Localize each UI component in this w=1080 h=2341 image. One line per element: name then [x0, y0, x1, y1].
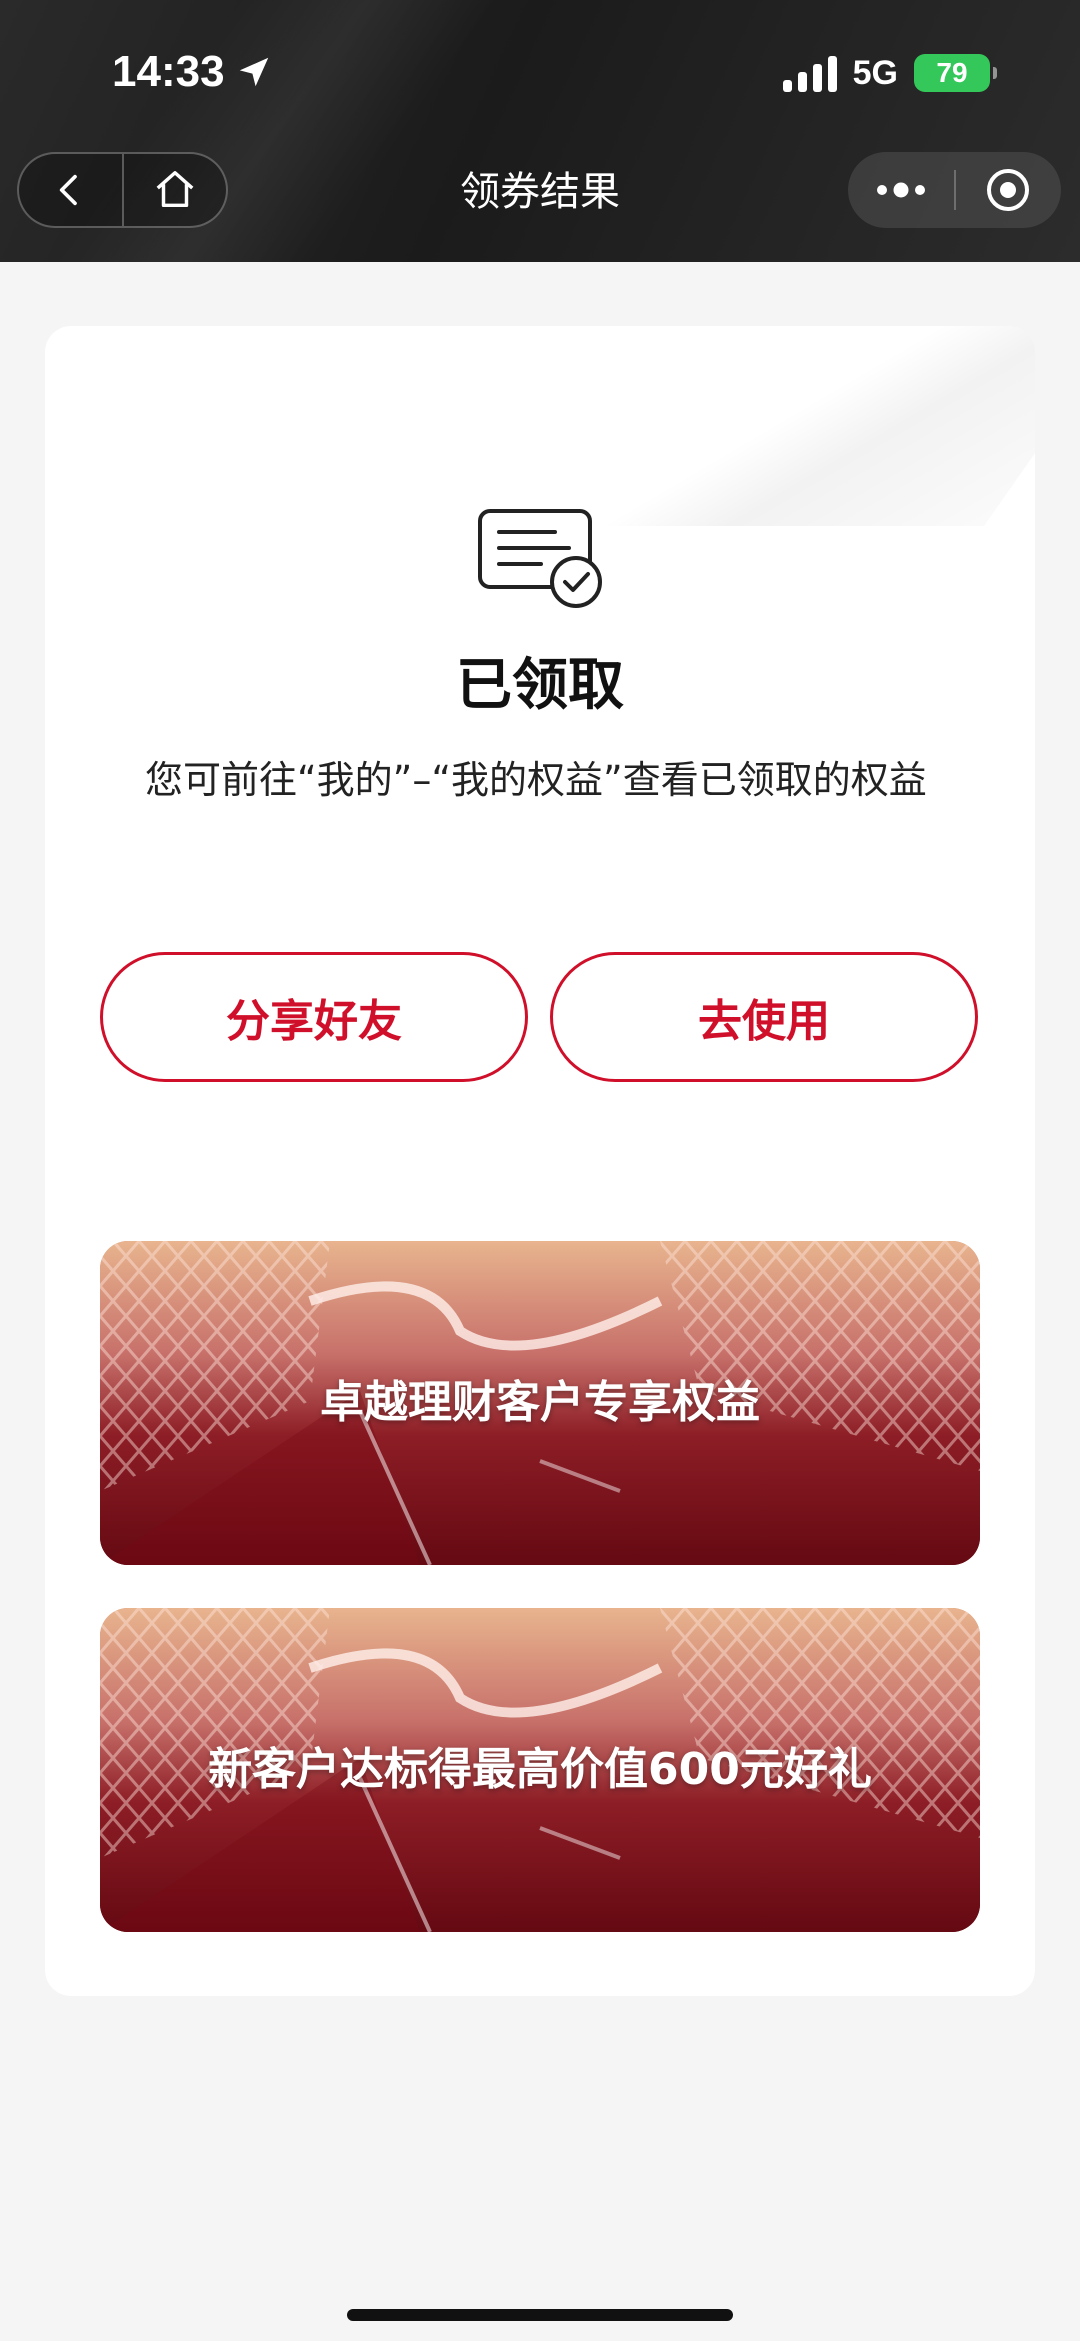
- status-indicators: 5G 79: [782, 48, 997, 98]
- share-friends-button[interactable]: 分享好友: [100, 952, 528, 1082]
- location-arrow-icon: [239, 57, 268, 87]
- status-time: 14:33: [112, 47, 225, 96]
- document-check-icon: [478, 509, 602, 608]
- close-miniprogram-button[interactable]: [956, 167, 1062, 213]
- result-description: 您可前往“我的”–“我的权益”查看已领取的权益: [145, 758, 927, 802]
- target-close-icon: [987, 169, 1030, 211]
- promo-banner-wealth[interactable]: 卓越理财客户专享权益: [100, 1241, 980, 1565]
- promo-banner-new-customer[interactable]: 新客户达标得最高价值600元好礼: [100, 1608, 980, 1932]
- header: 14:33 5G 79 领券结果: [0, 0, 1080, 262]
- use-coupon-button[interactable]: 去使用: [550, 952, 978, 1082]
- more-dots-icon: [876, 182, 925, 198]
- banner-label: 新客户达标得最高价值600元好礼: [208, 1744, 872, 1795]
- card-decoration: [603, 326, 1035, 526]
- battery-level: 79: [936, 57, 968, 88]
- banner-label: 卓越理财客户专享权益: [320, 1377, 760, 1428]
- home-indicator: [347, 2309, 733, 2321]
- more-button[interactable]: [848, 180, 954, 200]
- status-time-group: 14:33: [112, 42, 273, 102]
- result-card: 已领取 您可前往“我的”–“我的权益”查看已领取的权益 分享好友 去使用 卓越理…: [45, 326, 1035, 1996]
- nav-capsule-right: [848, 152, 1061, 228]
- battery-icon: 79: [914, 54, 997, 92]
- network-type: 5G: [852, 53, 898, 92]
- result-title: 已领取: [456, 653, 624, 718]
- signal-icon: [782, 54, 837, 92]
